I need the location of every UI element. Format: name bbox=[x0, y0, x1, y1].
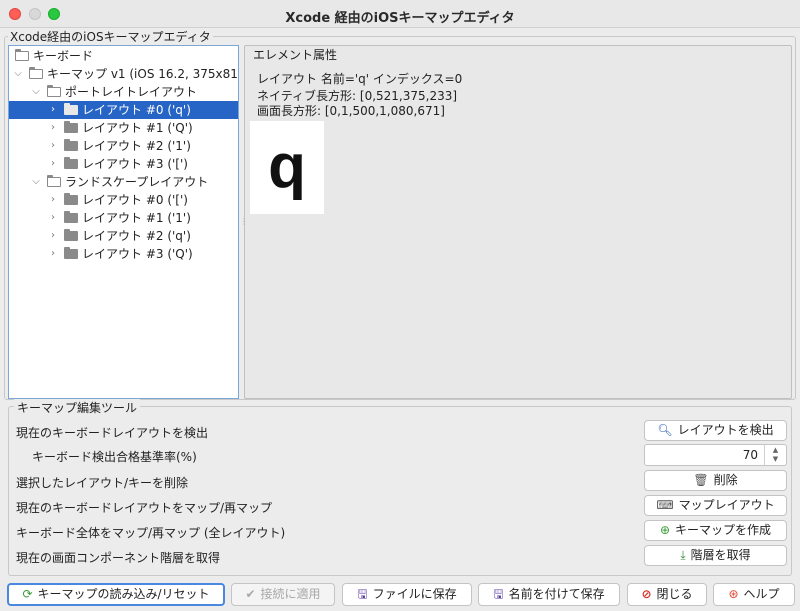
folder-open-icon bbox=[46, 174, 61, 187]
document-add-icon: ⊕ bbox=[659, 523, 671, 537]
folder-icon bbox=[64, 157, 78, 169]
threshold-value[interactable]: 70 bbox=[743, 448, 758, 462]
keymap-tools-legend: キーマップ編集ツール bbox=[14, 399, 141, 416]
tree-item-portrait-layout-1[interactable]: › レイアウト #1 ('Q') bbox=[9, 119, 238, 137]
no-entry-icon: ⊘ bbox=[641, 587, 652, 601]
tree-item-portrait-layout-3[interactable]: › レイアウト #3 ('[') bbox=[9, 155, 238, 173]
apply-to-connection-button[interactable]: ✔ 接続に適用 bbox=[231, 583, 335, 606]
threshold-stepper[interactable]: 70 ▲ ▼ bbox=[644, 444, 787, 466]
editor-group-legend: Xcode経由のiOSキーマップエディタ bbox=[8, 28, 213, 45]
title-bar: Xcode 経由のiOSキーマップエディタ bbox=[0, 0, 800, 28]
create-keymap-button[interactable]: ⊕ キーマップを作成 bbox=[644, 520, 787, 541]
tree-item-landscape-layout-2[interactable]: › レイアウト #2 ('q') bbox=[9, 227, 238, 245]
window-title: Xcode 経由のiOSキーマップエディタ bbox=[285, 11, 515, 26]
download-icon: ⤓ bbox=[680, 548, 686, 562]
trash-icon: 🗑︎ bbox=[693, 473, 709, 487]
folder-icon bbox=[64, 193, 78, 205]
folder-icon bbox=[64, 139, 78, 151]
tree-item-portrait-layout-2[interactable]: › レイアウト #2 ('1') bbox=[9, 137, 238, 155]
chevron-right-icon[interactable]: › bbox=[47, 155, 59, 173]
folder-icon bbox=[64, 247, 78, 259]
map-all-label: キーボード全体をマップ/再マップ (全レイアウト) bbox=[16, 526, 286, 540]
folder-icon bbox=[64, 229, 78, 241]
folder-icon bbox=[64, 103, 78, 115]
folder-open-icon bbox=[46, 84, 61, 97]
chevron-right-icon[interactable]: › bbox=[47, 119, 59, 137]
search-icon: 🔍︎ bbox=[657, 423, 673, 437]
map-layout-button[interactable]: ⌨ マップレイアウト bbox=[644, 495, 787, 516]
element-attributes-legend: エレメント属性 bbox=[250, 46, 341, 63]
close-button[interactable]: ⊘ 閉じる bbox=[627, 583, 707, 606]
chevron-right-icon[interactable]: › bbox=[47, 101, 59, 119]
tree-item-landscape-layout-3[interactable]: › レイアウト #3 ('Q') bbox=[9, 245, 238, 263]
chevron-down-icon[interactable]: ⌵ bbox=[12, 65, 24, 83]
chevron-right-icon[interactable]: › bbox=[47, 245, 59, 263]
delete-button[interactable]: 🗑︎ 削除 bbox=[644, 470, 787, 491]
folder-icon bbox=[64, 121, 78, 133]
map-layout-label: 現在のキーボードレイアウトをマップ/再マップ bbox=[16, 501, 273, 515]
keyboard-map-icon: ⌨ bbox=[656, 498, 674, 512]
folder-open-icon bbox=[14, 48, 29, 61]
attr-screen-rect: 画面長方形: [0,1,500,1,080,671] bbox=[257, 104, 445, 118]
tree-item-landscape-layout-0[interactable]: › レイアウト #0 ('[') bbox=[9, 191, 238, 209]
chevron-right-icon[interactable]: › bbox=[47, 191, 59, 209]
load-reset-keymap-button[interactable]: ⟳ キーマップの読み込み/リセット bbox=[7, 583, 225, 606]
checkmark-icon: ✔ bbox=[245, 587, 256, 601]
save-as-button[interactable]: 🖫 名前を付けて保存 bbox=[478, 583, 620, 606]
chevron-right-icon[interactable]: › bbox=[47, 227, 59, 245]
chevron-right-icon[interactable]: › bbox=[47, 209, 59, 227]
tree-item-landscape[interactable]: ⌵ ランドスケープレイアウト bbox=[9, 173, 238, 191]
lifebuoy-icon: ⊛ bbox=[728, 587, 739, 601]
refresh-icon: ⟳ bbox=[22, 587, 33, 601]
threshold-label: キーボード検出合格基準率(%) bbox=[32, 450, 197, 464]
tree-item-keymap[interactable]: ⌵ キーマップ v1 (iOS 16.2, 375x812) bbox=[9, 65, 238, 83]
key-preview-image: q bbox=[250, 121, 324, 214]
chevron-down-icon[interactable]: ⌵ bbox=[30, 173, 42, 191]
chevron-down-icon[interactable]: ⌵ bbox=[30, 83, 42, 101]
tree-item-keyboard[interactable]: キーボード bbox=[9, 47, 238, 65]
tree-item-landscape-layout-1[interactable]: › レイアウト #1 ('1') bbox=[9, 209, 238, 227]
save-to-file-button[interactable]: 🖫 ファイルに保存 bbox=[342, 583, 472, 606]
split-pane-handle[interactable]: ⋮ bbox=[240, 218, 248, 232]
detect-layout-button[interactable]: 🔍︎ レイアウトを検出 bbox=[644, 420, 787, 441]
key-preview-char: q bbox=[268, 132, 306, 201]
attr-layout-name: レイアウト 名前='q' インデックス=0 bbox=[257, 72, 463, 86]
chevron-right-icon[interactable]: › bbox=[47, 137, 59, 155]
floppy-disk-icon: 🖫 bbox=[357, 587, 368, 601]
floppy-disk-icon: 🖫 bbox=[493, 587, 504, 601]
get-hierarchy-button[interactable]: ⤓ 階層を取得 bbox=[644, 545, 787, 566]
folder-icon bbox=[64, 211, 78, 223]
tree-item-portrait[interactable]: ⌵ ポートレイトレイアウト bbox=[9, 83, 238, 101]
stepper-arrows-icon[interactable]: ▲ ▼ bbox=[764, 445, 786, 465]
delete-label: 選択したレイアウト/キーを削除 bbox=[16, 476, 189, 490]
help-button[interactable]: ⊛ ヘルプ bbox=[713, 583, 795, 606]
hierarchy-label: 現在の画面コンポーネント階層を取得 bbox=[16, 551, 221, 565]
detect-layout-label: 現在のキーボードレイアウトを検出 bbox=[16, 426, 209, 440]
tree-item-portrait-layout-0[interactable]: › レイアウト #0 ('q') bbox=[9, 101, 238, 119]
keymap-tree[interactable]: キーボード ⌵ キーマップ v1 (iOS 16.2, 375x812) ⌵ ポ… bbox=[8, 45, 239, 399]
folder-open-icon bbox=[28, 66, 43, 79]
